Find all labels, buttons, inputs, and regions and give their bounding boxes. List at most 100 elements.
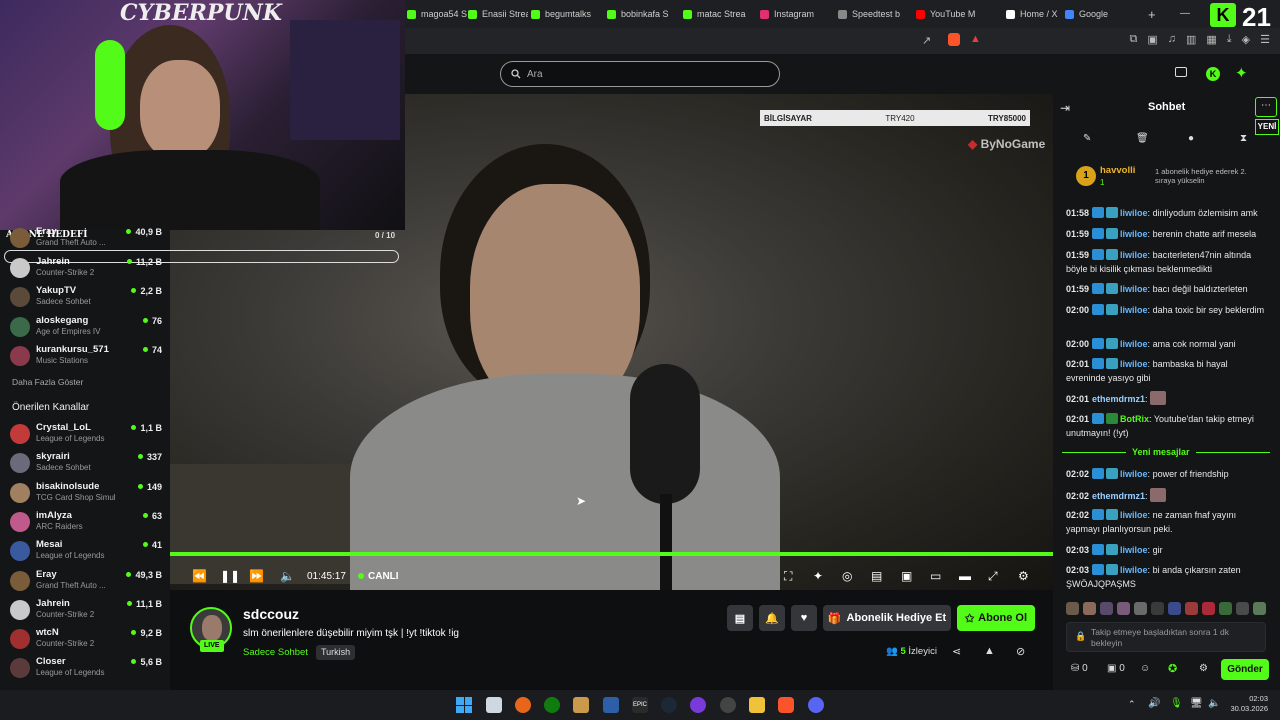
sidebar-icon[interactable]: ▥ xyxy=(1186,33,1196,46)
message-username[interactable]: liwiloe xyxy=(1120,359,1148,369)
app-orange-icon[interactable] xyxy=(515,697,531,713)
points-b[interactable]: ▣ 0 xyxy=(1107,663,1125,674)
download-icon[interactable]: ⤓ xyxy=(1227,33,1232,46)
emote-icon[interactable] xyxy=(1151,602,1164,615)
sidebar-channel[interactable]: Closer League of Legends 5,6 B xyxy=(10,654,162,682)
vpn-icon[interactable]: ◈ xyxy=(1242,33,1250,46)
message-username[interactable]: liwiloe xyxy=(1120,250,1148,260)
app-purple-icon[interactable] xyxy=(690,697,706,713)
emoji-icon[interactable]: ☺ xyxy=(1140,663,1150,674)
kick-profile-icon[interactable]: K xyxy=(1206,67,1220,81)
message-username[interactable]: liwiloe xyxy=(1120,545,1148,555)
share-icon[interactable]: ↗ xyxy=(922,34,931,47)
search-box[interactable] xyxy=(500,61,780,87)
emote-icon[interactable] xyxy=(1219,602,1232,615)
show-more-link[interactable]: Daha Fazla Göster xyxy=(12,377,83,387)
sparkle-icon[interactable]: ✦ xyxy=(813,564,823,588)
report-icon[interactable]: ▲ xyxy=(984,645,995,657)
mute-icon[interactable]: ⊘ xyxy=(1016,645,1025,658)
browser-tab[interactable]: Instagram xyxy=(760,4,830,24)
cast-icon[interactable]: ▭ xyxy=(930,564,941,588)
sidebar-channel[interactable]: aloskegang Age of Empires IV 76 xyxy=(10,313,162,341)
studio-icon[interactable] xyxy=(1175,67,1187,77)
sidebar-channel[interactable]: Mesai League of Legends 41 xyxy=(10,537,162,565)
browser-tab[interactable]: magoa54 S xyxy=(407,4,467,24)
language-tag[interactable]: Turkish xyxy=(316,645,356,660)
screenshot-icon[interactable]: ▣ xyxy=(1147,33,1157,46)
gift-sub-button[interactable]: 🎁 Abonelik Hediye Et xyxy=(823,605,951,631)
pause-icon[interactable]: ❚❚ xyxy=(220,564,240,588)
settings-gear-icon[interactable]: ⚙ xyxy=(1018,564,1029,588)
share-stream-icon[interactable]: ⋖ xyxy=(952,645,961,658)
send-button[interactable]: Gönder xyxy=(1221,659,1269,680)
start-menu-icon[interactable] xyxy=(456,697,472,713)
pinned-user[interactable]: havvolli xyxy=(1100,165,1135,176)
channel-name[interactable]: sdccouz xyxy=(243,606,299,622)
message-username[interactable]: liwiloe xyxy=(1120,339,1148,349)
network-icon[interactable]: 🖥 xyxy=(1190,698,1203,709)
browser-tab[interactable]: YouTube M xyxy=(916,4,998,24)
app-book-icon[interactable] xyxy=(573,697,589,713)
emote-icon[interactable] xyxy=(1066,602,1079,615)
theater-icon[interactable]: ▬ xyxy=(959,564,971,588)
browser-tab[interactable]: bobinkafa S xyxy=(607,4,677,24)
brave-shield-icon[interactable] xyxy=(948,33,960,46)
points-a[interactable]: ⛁ 0 xyxy=(1071,663,1088,674)
fullscreen-icon[interactable]: ⤢ xyxy=(988,564,998,588)
browser-tab[interactable]: Home / X xyxy=(1006,4,1061,24)
notification-bell-icon[interactable]: 🔔 xyxy=(759,605,785,631)
message-username[interactable]: liwiloe xyxy=(1120,229,1148,239)
search-input[interactable] xyxy=(527,68,767,80)
chat-menu-button[interactable]: ⋯ xyxy=(1255,97,1277,117)
sidebar-channel[interactable]: skyrairi Sadece Sohbet 337 xyxy=(10,449,162,477)
chat-input[interactable]: 🔒 Takip etmeye başladıktan sonra 1 dk be… xyxy=(1066,622,1266,652)
speaker-icon[interactable]: 🔊 xyxy=(1148,698,1160,709)
subscribe-options-icon[interactable]: ▤ xyxy=(727,605,753,631)
app-monitor-icon[interactable] xyxy=(603,697,619,713)
rewards-icon[interactable]: ▲ xyxy=(970,33,981,45)
speed-icon[interactable]: ◎ xyxy=(842,564,852,588)
browser-tab[interactable]: Google xyxy=(1065,4,1135,24)
browser-tab[interactable]: Speedtest b xyxy=(838,4,910,24)
emote-icon[interactable] xyxy=(1100,602,1113,615)
collapse-chat-icon[interactable]: ⇥ xyxy=(1060,101,1070,115)
emote-icon[interactable] xyxy=(1134,602,1147,615)
browser-tab[interactable]: begumtalks xyxy=(531,4,603,24)
trash-icon[interactable]: 🗑 xyxy=(1136,133,1149,144)
message-username[interactable]: liwiloe xyxy=(1120,510,1148,520)
volume-icon[interactable]: 🔈 xyxy=(280,564,295,588)
emote-icon[interactable] xyxy=(1083,602,1096,615)
emote-icon[interactable] xyxy=(1185,602,1198,615)
message-username[interactable]: liwiloe xyxy=(1120,469,1148,479)
kick-emote-icon[interactable]: ✪ xyxy=(1168,662,1177,675)
follow-heart-icon[interactable]: ♥ xyxy=(791,605,817,631)
message-username[interactable]: liwiloe xyxy=(1120,305,1148,315)
message-username[interactable]: liwiloe xyxy=(1120,565,1148,575)
sidebar-channel[interactable]: Jahrein Counter-Strike 2 11,2 B xyxy=(10,254,162,282)
tray-chevron-icon[interactable]: ⌃ xyxy=(1128,699,1136,710)
mic-tray-icon[interactable]: 🎙 xyxy=(1170,698,1183,709)
sidebar-channel[interactable]: Crystal_LoL League of Legends 1,1 B xyxy=(10,420,162,448)
app-gear-icon[interactable] xyxy=(720,697,736,713)
chat-bubble-icon[interactable]: ● xyxy=(1188,133,1194,144)
music-icon[interactable]: ♫ xyxy=(1168,33,1176,46)
minimize-icon[interactable]: — xyxy=(1180,8,1190,19)
emote-icon[interactable] xyxy=(1117,602,1130,615)
new-tab-button[interactable]: + xyxy=(1148,7,1156,22)
browser-tab[interactable]: matac Strea xyxy=(683,4,753,24)
sidebar-channel[interactable]: kurankursu_571 Music Stations 74 xyxy=(10,342,162,370)
image-icon[interactable]: ▦ xyxy=(1206,33,1216,46)
sidebar-channel[interactable]: Eray Grand Theft Auto ... 49,3 B xyxy=(10,567,162,595)
video-progress-bar[interactable] xyxy=(170,552,1053,556)
extensions-icon[interactable]: ⧉ xyxy=(1129,33,1137,46)
rewind-icon[interactable]: ⏪ xyxy=(192,564,207,588)
sidebar-channel[interactable]: YakupTV Sadece Sohbet 2,2 B xyxy=(10,283,162,311)
stream-category[interactable]: Sadece Sohbet xyxy=(243,647,308,658)
epic-games-icon[interactable]: EPIC xyxy=(632,697,648,713)
sidebar-channel[interactable]: wtcN Counter-Strike 2 9,2 B xyxy=(10,625,162,653)
brave-browser-icon[interactable] xyxy=(778,697,794,713)
clock[interactable]: 02:03 30.03.2026 xyxy=(1218,694,1268,714)
pin-icon[interactable]: ✎ xyxy=(1083,133,1091,144)
menu-icon[interactable]: ☰ xyxy=(1260,33,1270,46)
xbox-icon[interactable] xyxy=(544,697,560,713)
